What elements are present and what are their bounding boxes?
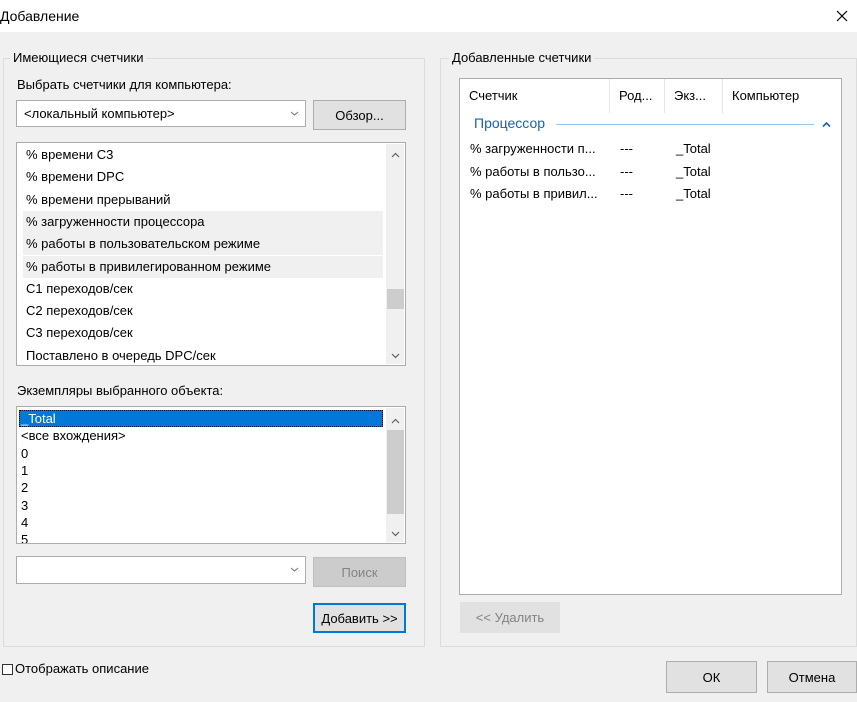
counters-scrollbar[interactable] — [386, 144, 404, 364]
counter-item[interactable]: Поставлено в очередь DPC/сек — [23, 345, 383, 365]
group-divider — [556, 124, 814, 125]
chevron-down-icon — [391, 353, 399, 358]
instances-label: Экземпляры выбранного объекта: — [17, 383, 224, 398]
show-description-checkbox[interactable] — [2, 664, 13, 675]
close-button[interactable] — [827, 1, 857, 31]
computer-combo-value: <локальный компьютер> — [24, 106, 175, 121]
available-counters-group-title: Имеющиеся счетчики — [10, 50, 147, 65]
counter-item[interactable]: C1 переходов/сек — [23, 278, 383, 300]
table-cell-counter: % загруженности п... — [470, 141, 596, 156]
counter-item[interactable]: % работы в привилегированном режиме — [23, 255, 383, 278]
counter-item[interactable]: % времени прерываний — [23, 189, 383, 211]
table-cell-instance: _Total — [676, 163, 711, 179]
scroll-up-button[interactable] — [386, 412, 404, 430]
added-counters-group-title: Добавленные счетчики — [449, 50, 595, 65]
column-header[interactable]: Компьютер — [723, 79, 841, 113]
title-bar — [0, 0, 857, 32]
column-header[interactable]: Экз... — [665, 79, 723, 113]
window-title: Добавление — [0, 8, 80, 24]
counter-item[interactable]: % работы в пользовательском режиме — [23, 233, 383, 256]
column-header[interactable]: Счетчик — [460, 79, 610, 113]
instances-scroll-thumb[interactable] — [387, 430, 404, 514]
ok-button[interactable]: ОК — [666, 661, 757, 693]
instances-list[interactable]: _Total <все вхождения> 0 1 2 3 4 5 — [16, 406, 406, 544]
table-cell-parent: --- — [620, 186, 633, 201]
instances-scrollbar[interactable] — [386, 408, 404, 542]
chevron-up-icon — [821, 121, 831, 127]
table-row[interactable]: % загруженности п... --- _Total — [460, 139, 840, 159]
scroll-down-button[interactable] — [386, 346, 404, 364]
remove-button[interactable]: << Удалить — [460, 602, 560, 633]
table-cell-parent: --- — [620, 163, 633, 179]
cancel-button[interactable]: Отмена — [767, 661, 857, 693]
chevron-up-icon — [391, 418, 399, 423]
chevron-down-icon — [290, 111, 299, 116]
counter-group-header[interactable]: Процессор — [474, 115, 545, 131]
browse-button[interactable]: Обзор... — [313, 100, 406, 130]
instance-item[interactable]: _Total — [19, 410, 383, 427]
column-separator[interactable] — [664, 79, 665, 113]
column-header[interactable]: Род... — [610, 79, 665, 113]
scroll-down-button[interactable] — [386, 524, 404, 542]
instance-item[interactable]: 3 — [19, 497, 383, 514]
counter-item[interactable]: C2 переходов/сек — [23, 300, 383, 322]
instance-item[interactable]: 0 — [19, 445, 383, 462]
column-separator[interactable] — [722, 79, 723, 113]
scroll-up-button[interactable] — [386, 146, 404, 164]
chevron-up-icon — [391, 152, 399, 157]
counter-item[interactable]: % загруженности процессора — [23, 210, 383, 233]
counter-item[interactable]: C3 переходов/сек — [23, 322, 383, 344]
column-separator[interactable] — [609, 79, 610, 113]
search-input[interactable] — [16, 556, 306, 584]
counter-item[interactable]: % времени DPC — [23, 166, 383, 188]
add-button[interactable]: Добавить >> — [313, 603, 406, 633]
table-row[interactable]: % работы в привил... --- _Total — [460, 184, 840, 204]
table-cell-instance: _Total — [676, 186, 711, 201]
table-cell-instance: _Total — [676, 141, 711, 156]
instance-item[interactable]: 1 — [19, 462, 383, 479]
computer-combo[interactable]: <локальный компьютер> — [16, 100, 306, 127]
chevron-down-icon — [290, 567, 299, 572]
counters-scroll-thumb[interactable] — [387, 289, 404, 309]
search-button[interactable]: Поиск — [313, 557, 406, 587]
counter-item[interactable]: % времени C3 — [23, 144, 383, 166]
chevron-down-icon — [391, 531, 399, 536]
instance-item[interactable]: <все вхождения> — [19, 427, 383, 444]
counters-list[interactable]: % времени C3% времени DPC% времени преры… — [16, 142, 406, 366]
table-cell-counter: % работы в привил... — [470, 186, 598, 201]
instance-item[interactable]: 2 — [19, 479, 383, 496]
table-cell-parent: --- — [620, 141, 633, 156]
instance-item[interactable]: 4 — [19, 514, 383, 531]
added-counters-table[interactable]: Счетчик Род... Экз... Компьютер Процессор %… — [459, 78, 842, 595]
collapse-group-button[interactable] — [819, 117, 833, 131]
close-icon — [836, 10, 848, 22]
table-row[interactable]: % работы в пользо... --- _Total — [460, 162, 840, 182]
computer-select-label: Выбрать счетчики для компьютера: — [17, 77, 232, 92]
instance-item[interactable]: 5 — [19, 531, 383, 543]
show-description-label: Отображать описание — [15, 661, 149, 676]
table-cell-counter: % работы в пользо... — [470, 163, 596, 179]
